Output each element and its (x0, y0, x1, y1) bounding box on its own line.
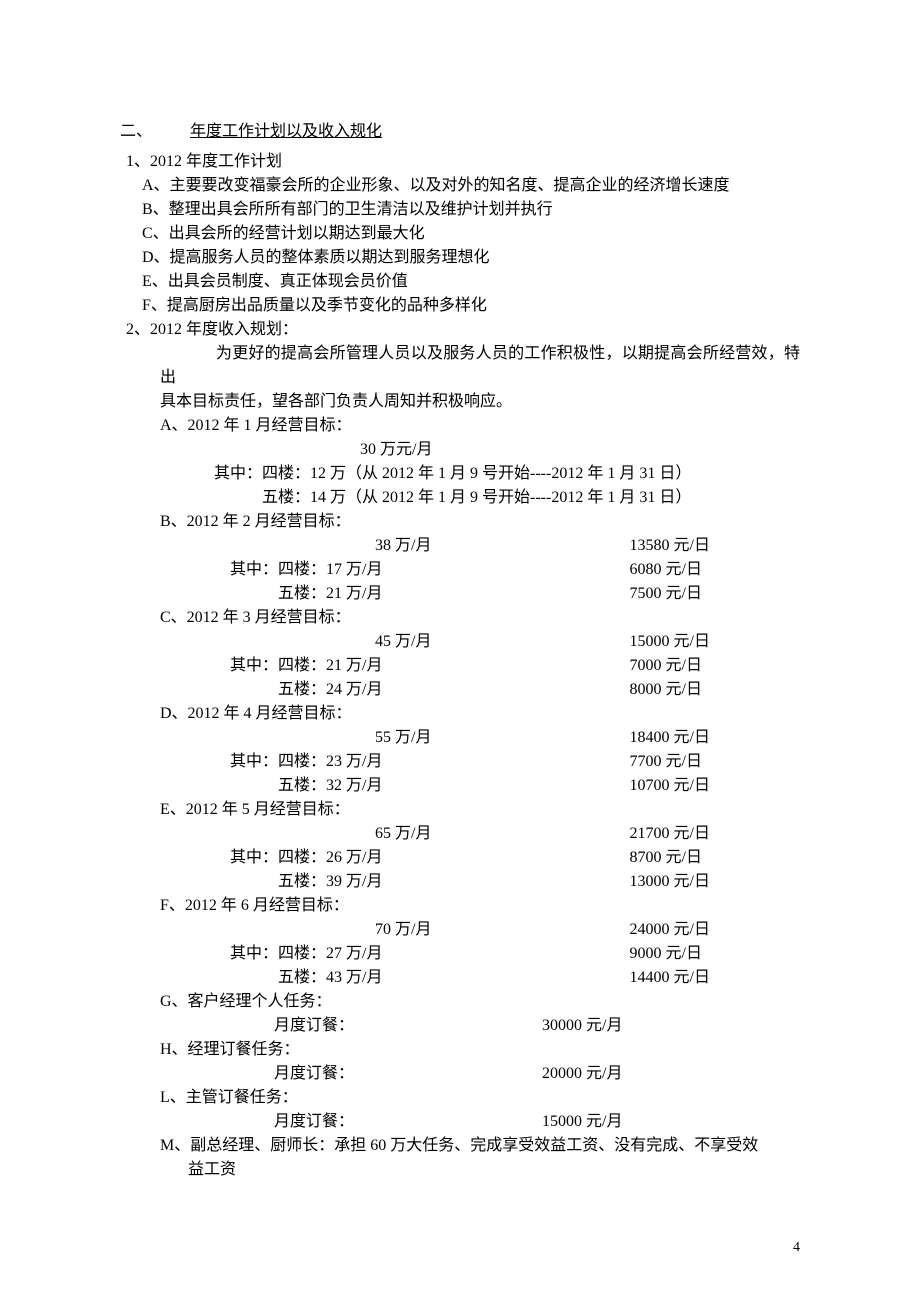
may-total-m: 65 万/月 (230, 822, 630, 846)
jun-f4-d: 9000 元/日 (630, 942, 710, 966)
may-total-d: 21700 元/日 (630, 822, 710, 846)
task-h-item: 月度订餐： (230, 1062, 542, 1086)
page-number: 4 (793, 1237, 800, 1258)
may-table: 65 万/月21700 元/日 其中：四楼：26 万/月8700 元/日 五楼：… (230, 822, 710, 894)
plan-item-b: B、整理出具会所所有部门的卫生清洁以及维护计划并执行 (142, 198, 800, 222)
feb-f5-d: 7500 元/日 (630, 582, 710, 606)
task-m-line1: M、副总经理、厨师长：承担 60 万大任务、完成享受效益工资、没有完成、不享受效 (160, 1134, 800, 1158)
feb-label: B、2012 年 2 月经营目标： (160, 510, 800, 534)
plan-item-c: C、出具会所的经营计划以期达到最大化 (142, 222, 800, 246)
task-h-row: 月度订餐：20000 元/月 (230, 1062, 710, 1086)
apr-f5-m: 五楼：32 万/月 (230, 774, 630, 798)
mar-f4-m: 其中：四楼：21 万/月 (230, 654, 630, 678)
task-g-label: G、客户经理个人任务： (160, 990, 800, 1014)
plan-item-f: F、提高厨房出品质量以及季节变化的品种多样化 (142, 294, 800, 318)
mar-table: 45 万/月15000 元/日 其中：四楼：21 万/月7000 元/日 五楼：… (230, 630, 710, 702)
intro-line2: 具本目标责任，望各部门负责人周知并积极响应。 (160, 390, 800, 414)
task-g-value: 30000 元/月 (542, 1014, 710, 1038)
apr-f4-m: 其中：四楼：23 万/月 (230, 750, 630, 774)
sec1-header: 1、2012 年度工作计划 (126, 150, 800, 174)
jan-label: A、2012 年 1 月经营目标： (160, 414, 800, 438)
mar-total-m: 45 万/月 (230, 630, 630, 654)
plan-item-d: D、提高服务人员的整体素质以期达到服务理想化 (142, 246, 800, 270)
jan-floor4: 其中：四楼：12 万（从 2012 年 1 月 9 号开始----2012 年 … (214, 462, 800, 486)
feb-total-d: 13580 元/日 (630, 534, 710, 558)
jun-f5-m: 五楼：43 万/月 (230, 966, 630, 990)
feb-f4-m: 其中：四楼：17 万/月 (230, 558, 630, 582)
feb-total-m: 38 万/月 (230, 534, 630, 558)
mar-f5-d: 8000 元/日 (630, 678, 710, 702)
mar-label: C、2012 年 3 月经营目标： (160, 606, 800, 630)
may-f4-d: 8700 元/日 (630, 846, 710, 870)
section-heading: 二、年度工作计划以及收入规化 (120, 120, 800, 144)
task-g-row: 月度订餐：30000 元/月 (230, 1014, 710, 1038)
may-f5-d: 13000 元/日 (630, 870, 710, 894)
task-h-value: 20000 元/月 (542, 1062, 710, 1086)
may-f4-m: 其中：四楼：26 万/月 (230, 846, 630, 870)
jun-f4-m: 其中：四楼：27 万/月 (230, 942, 630, 966)
heading-number: 二、 (120, 120, 190, 144)
sec2-header: 2、2012 年度收入规划： (126, 318, 800, 342)
may-f5-m: 五楼：39 万/月 (230, 870, 630, 894)
task-l-label: L、主管订餐任务： (160, 1086, 800, 1110)
jun-total-m: 70 万/月 (230, 918, 630, 942)
jun-total-d: 24000 元/日 (630, 918, 710, 942)
jun-f5-d: 14400 元/日 (630, 966, 710, 990)
mar-f5-m: 五楼：24 万/月 (230, 678, 630, 702)
heading-title: 年度工作计划以及收入规化 (190, 123, 382, 140)
jan-floor5: 五楼：14 万（从 2012 年 1 月 9 号开始----2012 年 1 月… (262, 486, 800, 510)
task-l-value: 15000 元/月 (542, 1110, 710, 1134)
apr-label: D、2012 年 4 月经营目标： (160, 702, 800, 726)
jun-table: 70 万/月24000 元/日 其中：四楼：27 万/月9000 元/日 五楼：… (230, 918, 710, 990)
feb-f5-m: 五楼：21 万/月 (230, 582, 630, 606)
task-m-line2: 益工资 (188, 1158, 800, 1182)
apr-total-m: 55 万/月 (230, 726, 630, 750)
feb-f4-d: 6080 元/日 (630, 558, 710, 582)
mar-f4-d: 7000 元/日 (630, 654, 710, 678)
apr-table: 55 万/月18400 元/日 其中：四楼：23 万/月7700 元/日 五楼：… (230, 726, 710, 798)
task-l-row: 月度订餐：15000 元/月 (230, 1110, 710, 1134)
task-g-item: 月度订餐： (230, 1014, 542, 1038)
apr-f5-d: 10700 元/日 (630, 774, 710, 798)
jan-total: 30 万元/月 (360, 438, 800, 462)
plan-item-e: E、出具会员制度、真正体现会员价值 (142, 270, 800, 294)
task-l-item: 月度订餐： (230, 1110, 542, 1134)
mar-total-d: 15000 元/日 (630, 630, 710, 654)
may-label: E、2012 年 5 月经营目标： (160, 798, 800, 822)
intro-line1: 为更好的提高会所管理人员以及服务人员的工作积极性，以期提高会所经营效，特出 (160, 342, 800, 390)
task-h-label: H、经理订餐任务： (160, 1038, 800, 1062)
feb-table: 38 万/月13580 元/日 其中：四楼：17 万/月6080 元/日 五楼：… (230, 534, 710, 606)
apr-f4-d: 7700 元/日 (630, 750, 710, 774)
apr-total-d: 18400 元/日 (630, 726, 710, 750)
jun-label: F、2012 年 6 月经营目标： (160, 894, 800, 918)
plan-item-a: A、主要要改变福豪会所的企业形象、以及对外的知名度、提高企业的经济增长速度 (142, 174, 800, 198)
